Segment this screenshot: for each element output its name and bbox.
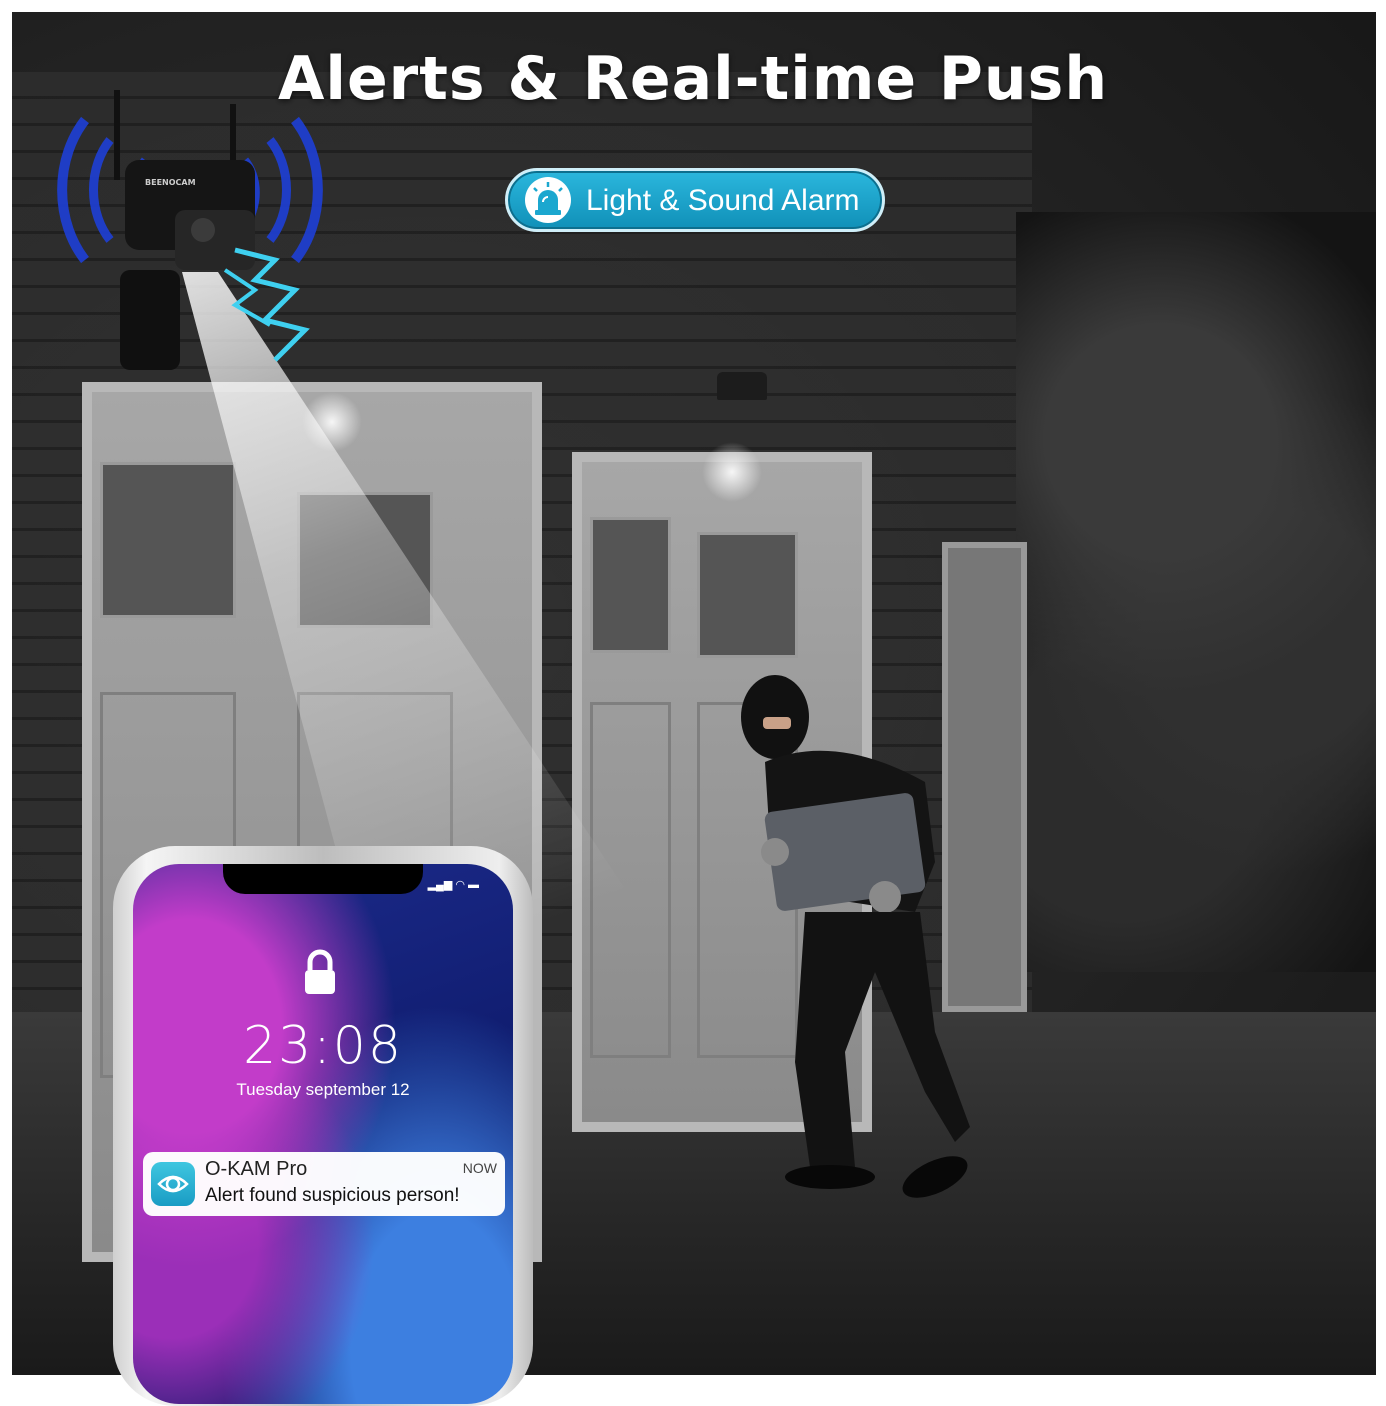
notification-app-name: O-KAM Pro [205,1158,308,1180]
notification-time: NOW [462,1160,497,1176]
smartphone: ▂▄▆ ◠ ▬ 23:08 Tuesday september 12 O-KAM… [113,846,533,1406]
phone-lockscreen: ▂▄▆ ◠ ▬ 23:08 Tuesday september 12 O-KAM… [133,864,513,1404]
eye-icon [151,1162,195,1206]
burglar-figure [735,672,975,1202]
light-sound-alarm-badge: Light & Sound Alarm [505,168,885,232]
push-notification[interactable]: O-KAM Pro NOW Alert found suspicious per… [143,1152,505,1216]
security-camera: BEENOCAM [55,90,335,390]
lock-icon [300,948,340,998]
door-window [100,462,236,618]
wall-lamp [717,372,767,400]
badge-label: Light & Sound Alarm [586,184,860,217]
signal-wifi-battery-icon: ▂▄▆ ◠ ▬ [427,879,479,891]
door-window [697,532,798,658]
notification-message: Alert found suspicious person! [205,1185,460,1206]
background-trees [1016,212,1376,972]
siren-icon [524,176,572,224]
lamp-glow [702,442,762,502]
lockscreen-time: 23:08 [243,1016,403,1076]
camera-brand: BEENOCAM [145,178,196,187]
lockscreen-date: Tuesday september 12 [236,1080,410,1099]
phone-notch [223,864,423,894]
door-window [590,517,671,653]
headline: Alerts & Real-time Push [277,44,1109,114]
